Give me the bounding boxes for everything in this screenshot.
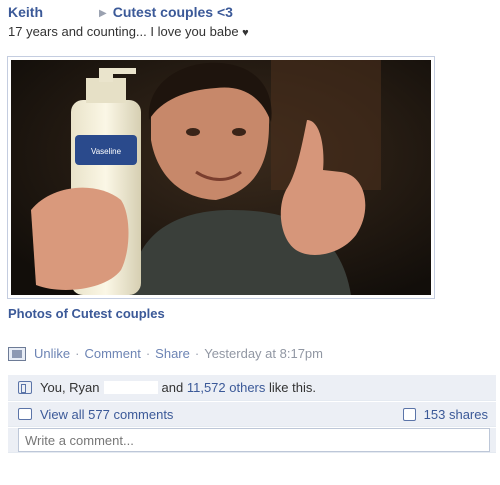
- unlike-link[interactable]: Unlike: [34, 346, 70, 361]
- likes-prefix[interactable]: You, Ryan: [40, 380, 100, 395]
- likes-and: and: [161, 380, 184, 395]
- others-link[interactable]: 11,572 others: [187, 380, 266, 395]
- photo-image: Vaseline: [11, 60, 431, 295]
- separator: ·: [194, 346, 200, 361]
- action-bar: Unlike · Comment · Share · Yesterday at …: [8, 346, 323, 361]
- redacted-name: [103, 381, 158, 394]
- shares[interactable]: 153 shares: [402, 407, 488, 422]
- comment-link[interactable]: Comment: [84, 346, 140, 361]
- share-icon: [402, 407, 416, 421]
- share-link[interactable]: Share: [155, 346, 190, 361]
- bottle-label: Vaseline: [91, 147, 122, 156]
- album-link[interactable]: Photos of Cutest couples: [8, 306, 165, 321]
- heart-icon: ♥: [242, 27, 249, 39]
- view-comments[interactable]: View all 577 comments: [18, 407, 173, 422]
- author-name[interactable]: Keith: [8, 4, 43, 20]
- status-message: 17 years and counting... I love you babe: [8, 24, 239, 39]
- comment-box-row: [8, 427, 496, 453]
- separator: ·: [145, 346, 151, 361]
- comment-input[interactable]: [18, 428, 490, 452]
- feedback-box: You, Ryan and 11,572 others like this. V…: [8, 375, 496, 453]
- photo-frame[interactable]: Vaseline: [7, 56, 435, 299]
- post-photo[interactable]: Vaseline: [11, 60, 431, 295]
- arrow-icon: ▶: [99, 8, 107, 19]
- status-text: 17 years and counting... I love you babe…: [8, 24, 249, 39]
- group-link[interactable]: Cutest couples <3: [113, 4, 233, 20]
- post-header: Keith ▶ Cutest couples <3: [8, 4, 233, 20]
- likes-row: You, Ryan and 11,572 others like this.: [8, 375, 496, 401]
- comment-icon: [18, 408, 32, 420]
- shares-count[interactable]: 153 shares: [424, 407, 488, 422]
- likes-suffix: like this.: [269, 380, 316, 395]
- separator: ·: [75, 346, 80, 361]
- photo-icon: [8, 346, 26, 361]
- timestamp[interactable]: Yesterday at 8:17pm: [204, 346, 323, 361]
- comments-row: View all 577 comments 153 shares: [8, 401, 496, 427]
- view-all-comments-link[interactable]: View all 577 comments: [40, 407, 173, 422]
- thumbs-up-icon: [18, 381, 32, 394]
